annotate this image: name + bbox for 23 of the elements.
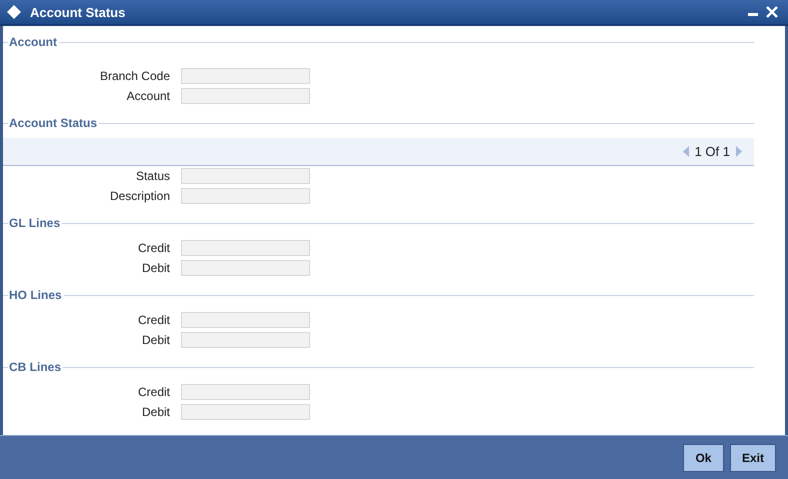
window-title: Account Status xyxy=(30,4,126,20)
field-label: Branch Code xyxy=(98,69,170,83)
dialog-button[interactable]: Ok xyxy=(682,444,724,472)
section-heading: CB Lines xyxy=(8,360,62,374)
section-heading: GL Lines xyxy=(8,216,62,230)
field-label: Account xyxy=(126,89,170,103)
page-count: 1 Of 1 xyxy=(694,144,730,159)
field-label: Debit xyxy=(140,333,170,347)
section-heading: Account Status xyxy=(8,116,98,130)
close-icon[interactable] xyxy=(766,6,778,18)
field-label: Debit xyxy=(140,261,170,275)
field-label: Status xyxy=(134,169,170,183)
field-label: Description xyxy=(108,189,170,203)
field-label: Credit xyxy=(136,241,170,255)
section-heading: Account xyxy=(8,35,58,49)
diamond-icon xyxy=(6,4,22,20)
field-label: Credit xyxy=(136,313,170,327)
previous-icon[interactable] xyxy=(682,146,689,157)
next-icon[interactable] xyxy=(736,146,742,157)
field-label: Debit xyxy=(140,405,170,419)
dialog-button[interactable]: Exit xyxy=(730,444,776,472)
section-heading: HO Lines xyxy=(8,288,63,302)
field-label: Credit xyxy=(136,385,170,399)
